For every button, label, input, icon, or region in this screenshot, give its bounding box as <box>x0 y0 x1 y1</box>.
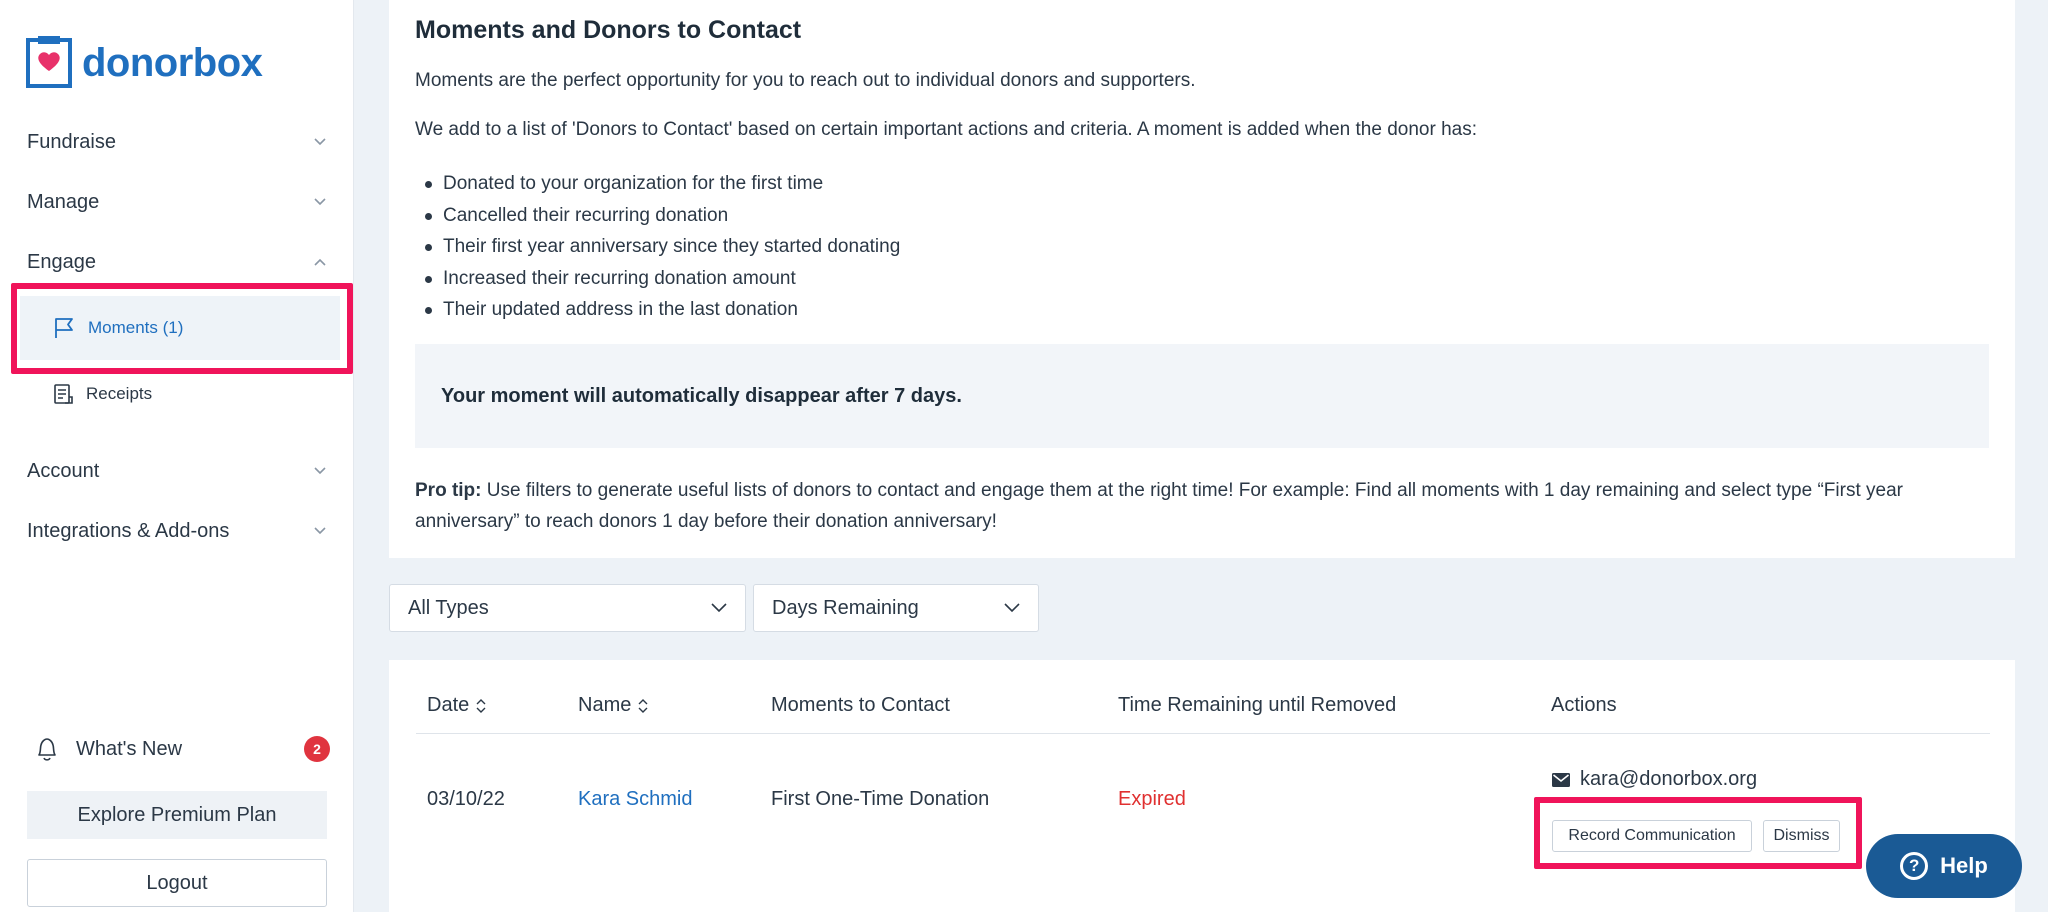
email-text: kara@donorbox.org <box>1580 768 1758 790</box>
status-expired: Expired <box>1118 788 1186 810</box>
pro-tip-label: Pro tip: <box>415 480 482 501</box>
nav-integrations[interactable]: Integrations & Add-ons <box>27 511 327 551</box>
chevron-down-icon <box>314 198 326 206</box>
nav-label: Engage <box>27 250 96 273</box>
list-item: Donated to your organization for the fir… <box>415 168 900 200</box>
nav-account[interactable]: Account <box>27 451 327 491</box>
nav-label: Manage <box>27 190 100 213</box>
list-item: Their first year anniversary since they … <box>415 231 900 263</box>
chevron-up-icon <box>314 258 326 266</box>
help-label: Help <box>1940 853 1988 878</box>
column-header-time-remaining: Time Remaining until Removed <box>1118 694 1396 717</box>
header-label: Name <box>578 694 632 716</box>
moments-info-card: Moments and Donors to Contact Moments ar… <box>389 0 2015 558</box>
chevron-down-icon <box>711 603 727 613</box>
question-icon: ? <box>1900 852 1929 880</box>
moments-highlight-box <box>11 283 353 374</box>
nav-label: Integrations & Add-ons <box>27 519 230 542</box>
sidebar: donorbox Fundraise Manage Engage Moments… <box>0 0 354 912</box>
help-button[interactable]: ? Help <box>1866 834 2022 898</box>
whats-new-link[interactable]: What's New 2 <box>34 730 330 768</box>
mail-icon <box>1552 772 1570 787</box>
donor-name-link[interactable]: Kara Schmid <box>578 788 693 811</box>
logout-button[interactable]: Logout <box>27 859 327 907</box>
column-header-moments: Moments to Contact <box>771 694 950 717</box>
nav-fundraise[interactable]: Fundraise <box>27 122 327 162</box>
nav-label: Account <box>27 459 100 482</box>
list-item: Their updated address in the last donati… <box>415 294 900 326</box>
chevron-down-icon <box>314 527 326 535</box>
chevron-down-icon <box>1004 603 1020 613</box>
cell-date: 03/10/22 <box>427 788 505 810</box>
notification-badge: 2 <box>304 736 330 762</box>
donor-email-link[interactable]: kara@donorbox.org <box>1552 768 1757 791</box>
type-filter-select[interactable]: All Types <box>389 584 746 632</box>
sort-icon <box>476 698 486 713</box>
whats-new-label: What's New <box>76 737 183 760</box>
receipt-icon <box>54 384 73 404</box>
header-label: Date <box>427 694 470 716</box>
sidebar-item-receipts[interactable]: Receipts <box>52 376 152 412</box>
column-header-actions: Actions <box>1551 694 1617 717</box>
column-header-name[interactable]: Name <box>578 694 649 717</box>
nav-engage[interactable]: Engage <box>27 242 327 282</box>
header-label: Time Remaining until Removed <box>1118 694 1397 716</box>
criteria-list: Donated to your organization for the fir… <box>415 168 900 326</box>
donorbox-logo[interactable]: donorbox <box>24 36 263 90</box>
sidebar-item-label: Receipts <box>86 384 153 403</box>
chevron-down-icon <box>314 138 326 146</box>
intro-text: Moments are the perfect opportunity for … <box>415 70 1196 91</box>
pro-tip: Pro tip: Use filters to generate useful … <box>415 475 1989 537</box>
explore-premium-button[interactable]: Explore Premium Plan <box>27 791 327 839</box>
header-label: Actions <box>1551 694 1617 716</box>
pro-tip-text: Use filters to generate useful lists of … <box>415 480 1903 532</box>
list-item: Increased their recurring donation amoun… <box>415 263 900 295</box>
list-item: Cancelled their recurring donation <box>415 200 900 232</box>
actions-highlight-box <box>1534 797 1862 869</box>
header-divider <box>416 733 1990 734</box>
bell-icon <box>38 738 56 761</box>
chevron-down-icon <box>314 467 326 475</box>
nav-manage[interactable]: Manage <box>27 182 327 222</box>
column-header-date[interactable]: Date <box>427 694 487 717</box>
sort-icon <box>638 698 648 713</box>
logo-icon <box>26 36 72 88</box>
days-filter-value: Days Remaining <box>772 596 919 619</box>
days-remaining-select[interactable]: Days Remaining <box>753 584 1039 632</box>
cell-moment: First One-Time Donation <box>771 788 990 810</box>
header-label: Moments to Contact <box>771 694 950 716</box>
type-filter-value: All Types <box>408 596 489 619</box>
nav-label: Fundraise <box>27 130 116 153</box>
logo-wordmark: donorbox <box>82 40 263 85</box>
auto-disappear-notice: Your moment will automatically disappear… <box>415 344 1989 448</box>
page-title: Moments and Donors to Contact <box>415 16 802 44</box>
criteria-intro-text: We add to a list of 'Donors to Contact' … <box>415 119 1478 140</box>
